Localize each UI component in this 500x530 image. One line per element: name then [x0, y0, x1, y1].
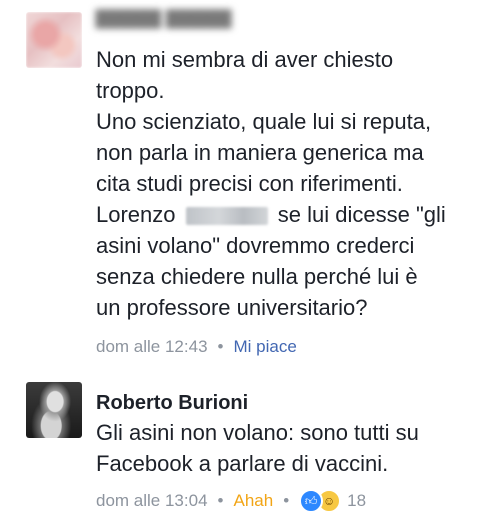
avatar[interactable] — [26, 382, 82, 438]
comment-meta: dom alle 13:04 • Ahah • 👍︎ ☺︎ 18 — [96, 489, 366, 513]
separator-dot: • — [217, 491, 224, 510]
author-name[interactable]: Roberto Burioni — [96, 390, 480, 416]
avatar[interactable] — [26, 12, 82, 68]
redacted-surname — [185, 207, 268, 226]
separator-dot: • — [217, 337, 224, 356]
comment-text: Non mi sembra di aver chiesto troppo. Un… — [96, 44, 480, 323]
comment-text-part-1: Non mi sembra di aver chiesto troppo. Un… — [96, 47, 432, 227]
reaction-count: 18 — [347, 491, 367, 510]
profile-photo — [26, 382, 82, 438]
timestamp[interactable]: dom alle 13:04 — [96, 491, 208, 511]
haha-reaction-button[interactable]: Ahah — [233, 491, 273, 511]
timestamp[interactable]: dom alle 12:43 — [96, 337, 208, 357]
comment-body: ▆▆▆▆ ▆▆▆▆ Non mi sembra di aver chiesto … — [96, 0, 480, 323]
redacted-name-blur: ▆▆▆▆ ▆▆▆▆ — [96, 5, 232, 28]
comment-meta: dom alle 12:43 • Mi piace — [96, 337, 297, 357]
reaction-summary[interactable]: 👍︎ ☺︎ 18 — [299, 489, 366, 513]
blurred-avatar-image — [26, 12, 82, 68]
comment-body: Roberto Burioni Gli asini non volano: so… — [96, 390, 480, 479]
like-icon: 👍︎ — [299, 489, 324, 513]
comment-text: Gli asini non volano: sono tutti su Face… — [96, 420, 419, 476]
separator-dot: • — [283, 491, 290, 510]
author-name-redacted[interactable]: ▆▆▆▆ ▆▆▆▆ — [96, 0, 480, 44]
like-button[interactable]: Mi piace — [233, 337, 296, 357]
